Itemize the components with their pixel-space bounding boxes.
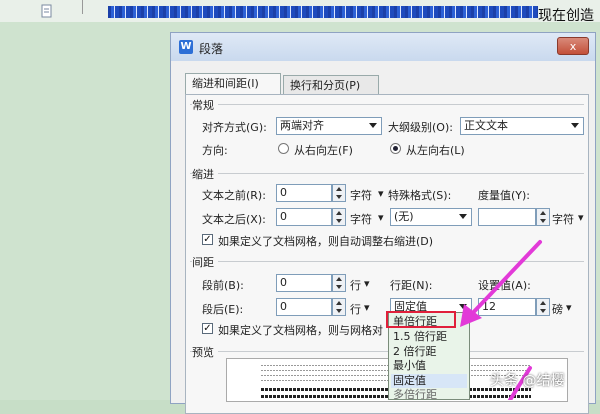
rtl-radio[interactable] [278,143,289,154]
special-format-select[interactable]: (无) [390,208,472,226]
indent-before-spinner[interactable] [332,184,346,202]
section-preview-label: 预览 [192,344,218,360]
space-before-unit[interactable]: 行 [350,277,361,293]
watermark-text: 头条 @结樱 [490,373,565,389]
auto-adjust-indent-checkbox[interactable]: ✓ [202,234,213,245]
alignment-label: 对齐方式(G): [202,121,267,134]
ltr-label: 从左向右(L) [406,144,465,157]
unit-dropdown-icon[interactable]: ▾ [364,277,370,290]
unit-dropdown-icon[interactable]: ▾ [578,211,584,224]
space-after-unit[interactable]: 行 [350,301,361,317]
section-divider [190,104,584,105]
alignment-select[interactable]: 两端对齐 [276,117,382,135]
unit-dropdown-icon[interactable]: ▾ [378,211,384,224]
close-button[interactable]: x [557,37,589,55]
line-spacing-label: 行距(N): [390,279,433,292]
special-format-value: (无) [394,210,414,223]
space-before-label: 段前(B): [202,279,244,292]
indent-after-unit[interactable]: 字符 [350,211,372,227]
chevron-down-icon [369,123,377,128]
space-after-label: 段后(E): [202,303,244,316]
special-format-label: 特殊格式(S): [388,189,452,202]
measure-input[interactable] [478,208,536,226]
chevron-down-icon [459,214,467,219]
document-page-icon [41,4,52,18]
space-before-spinner[interactable] [332,274,346,292]
ltr-radio[interactable] [390,143,401,154]
document-banner-image [108,6,538,18]
auto-adjust-indent-label: 如果定义了文档网格，则自动调整右缩进(D) [218,235,434,248]
indent-after-label: 文本之后(X): [202,213,266,226]
document-text: 现在创造 [538,8,594,24]
space-after-spinner[interactable] [332,298,346,316]
indent-before-input[interactable]: 0 [276,184,332,202]
space-before-input[interactable]: 0 [276,274,332,292]
document-margin [0,22,170,400]
measure-label: 度量值(Y): [478,189,531,202]
outline-level-value: 正文文本 [464,119,508,132]
measure-spinner[interactable] [536,208,550,226]
snap-to-grid-label: 如果定义了文档网格，则与网格对 [218,324,383,337]
wps-writer-icon: W [179,40,193,54]
section-divider [190,173,584,174]
unit-dropdown-icon[interactable]: ▾ [364,301,370,314]
indent-before-label: 文本之前(R): [202,189,266,202]
ruler-tick [82,0,83,14]
chevron-down-icon [571,123,579,128]
indent-after-input[interactable]: 0 [276,208,332,226]
alignment-value: 两端对齐 [280,119,324,132]
tab-indent-spacing[interactable]: 缩进和间距(I) [185,73,281,95]
measure-unit[interactable]: 字符 [552,211,574,227]
unit-dropdown-icon[interactable]: ▾ [566,301,572,314]
indent-after-spinner[interactable] [332,208,346,226]
section-spacing-label: 间距 [192,254,218,270]
section-indent-label: 缩进 [192,166,218,182]
unit-dropdown-icon[interactable]: ▾ [378,187,384,200]
tab-line-page-breaks[interactable]: 换行和分页(P) [283,75,379,95]
dialog-titlebar[interactable]: W 段落 x [171,33,595,61]
rtl-label: 从右向左(F) [294,144,353,157]
dialog-title: 段落 [199,42,224,56]
direction-label: 方向: [202,144,228,157]
indent-before-unit[interactable]: 字符 [350,187,372,203]
outline-level-label: 大纲级别(O): [388,121,453,134]
space-after-input[interactable]: 0 [276,298,332,316]
section-general-label: 常规 [192,97,218,113]
outline-level-select[interactable]: 正文文本 [460,117,584,135]
snap-to-grid-checkbox[interactable]: ✓ [202,323,213,334]
